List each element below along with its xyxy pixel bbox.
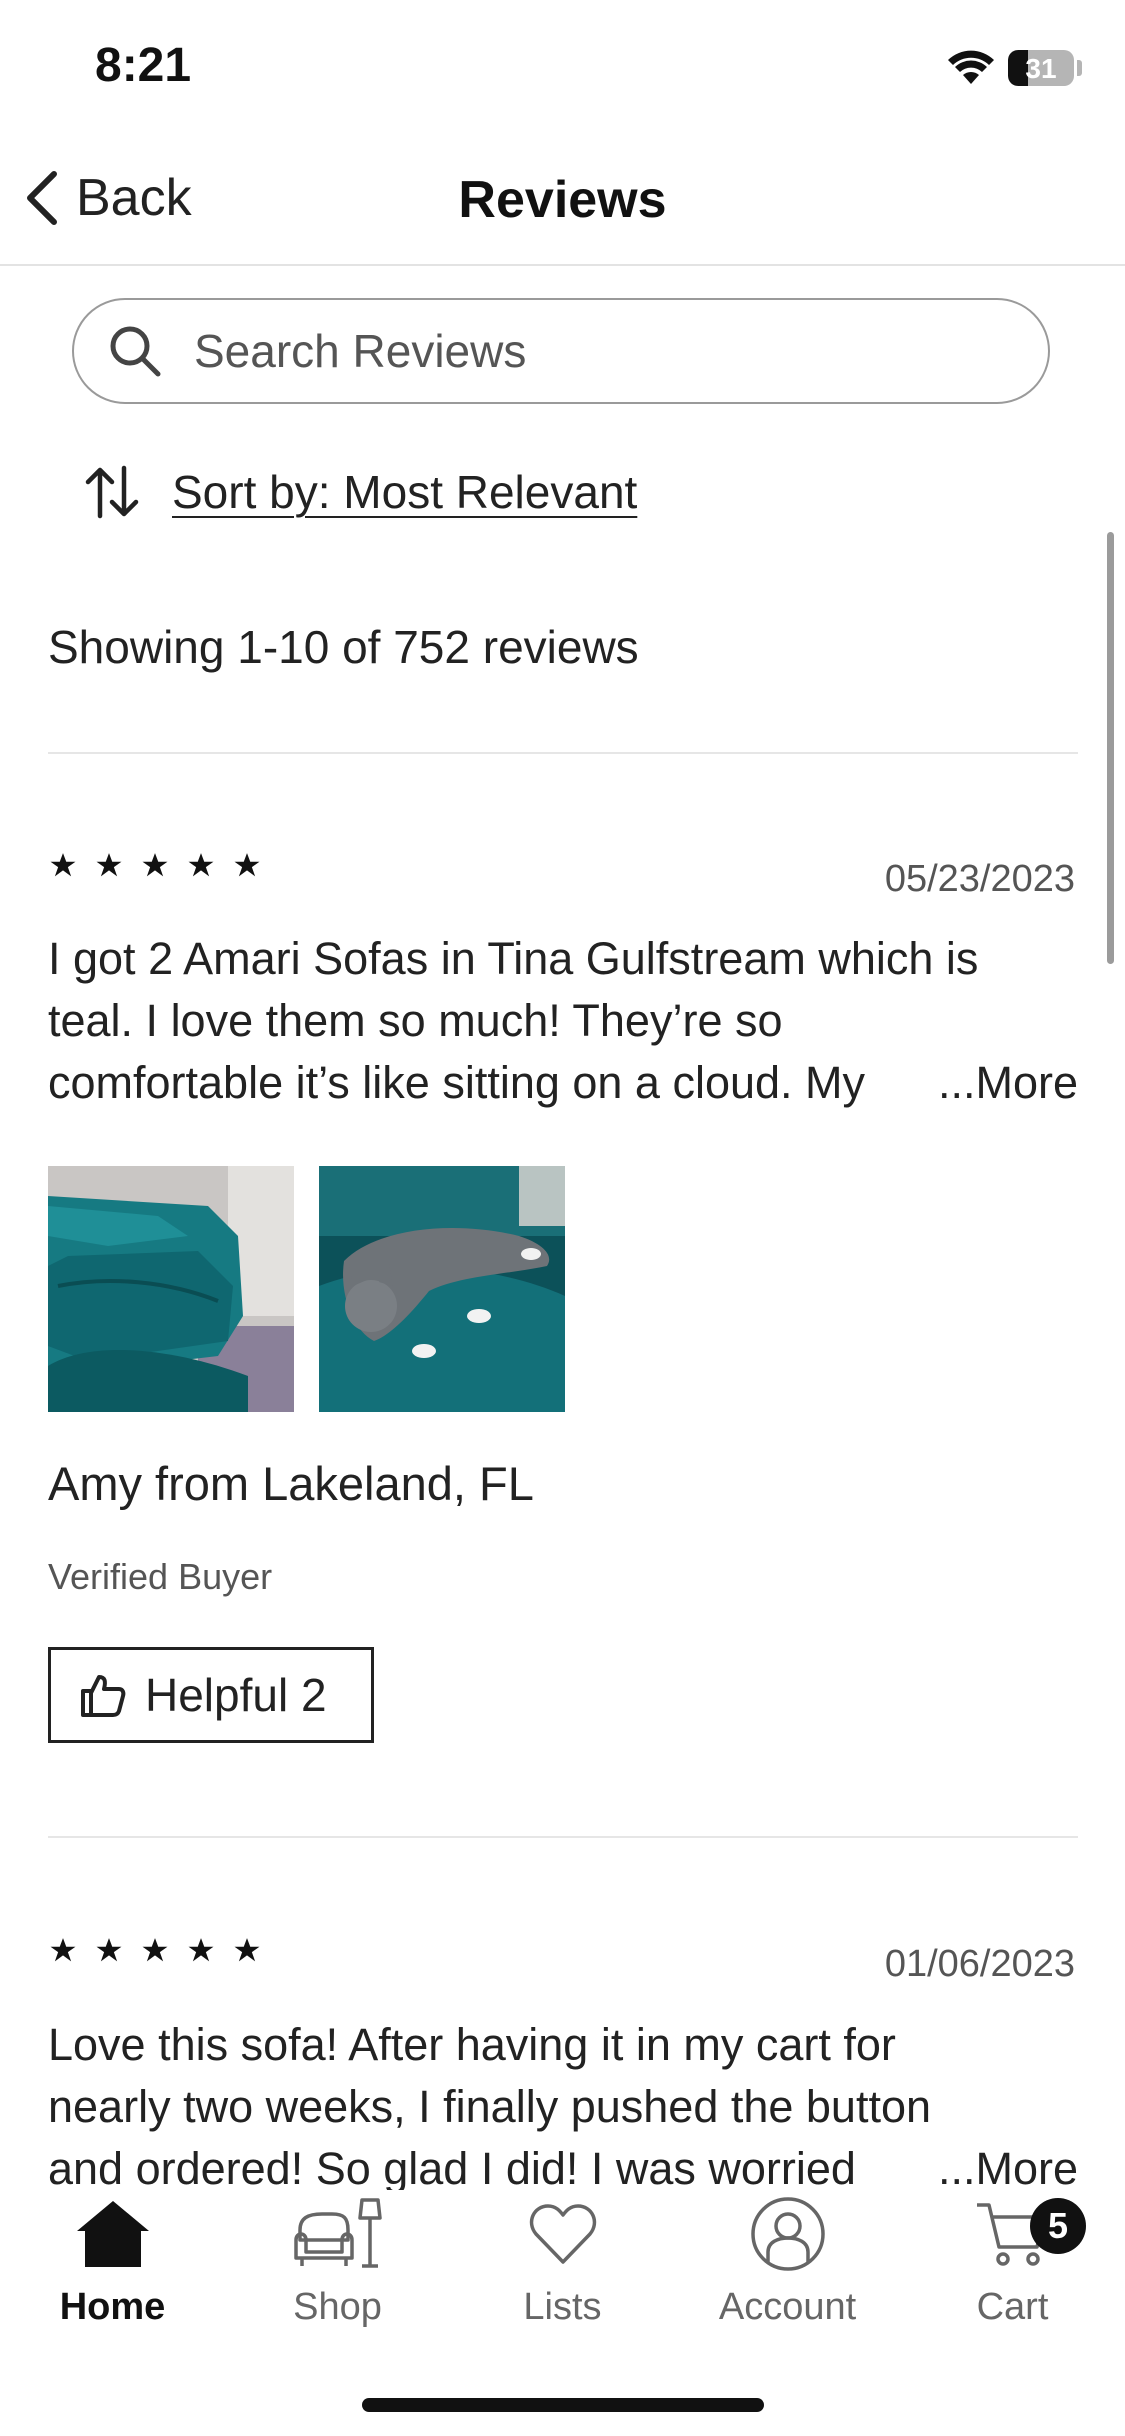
review-photo-sofa[interactable]: [48, 1166, 294, 1412]
review-text-line: I got 2 Amari Sofas in Tina Gulfstream w…: [48, 933, 979, 984]
tab-account[interactable]: Account: [675, 2196, 900, 2329]
tab-label: Account: [718, 2286, 857, 2328]
search-bar[interactable]: [72, 298, 1050, 404]
review-author: Amy from Lakeland, FL: [48, 1457, 534, 1510]
star-rating: [50, 852, 260, 878]
star-icon: [96, 1938, 122, 1962]
verified-buyer-label: Verified Buyer: [48, 1556, 273, 1597]
tab-lists[interactable]: Lists: [450, 2196, 675, 2329]
home-icon-wrapper: [75, 2196, 151, 2272]
review-date: 01/06/2023: [884, 1943, 1075, 1985]
search-icon: [110, 326, 161, 377]
tab-shop[interactable]: Shop: [225, 2196, 450, 2329]
review-photo-cat[interactable]: [319, 1166, 565, 1412]
cat-on-sofa-photo: [319, 1166, 565, 1412]
review-text-line: comfortable it’s like sitting on a cloud…: [48, 1057, 866, 1108]
wifi-icon: [948, 50, 994, 84]
review-count-summary: Showing 1-10 of 752 reviews: [48, 621, 639, 673]
more-link[interactable]: ...More: [927, 1052, 1078, 1114]
tab-label: Shop: [293, 2286, 382, 2328]
sort-control[interactable]: Sort by: Most Relevant: [82, 462, 637, 522]
heart-icon: [529, 2204, 596, 2264]
tab-cart[interactable]: Cart: [900, 2196, 1125, 2329]
page-title: Reviews: [458, 171, 667, 229]
scrollbar[interactable]: [1107, 532, 1114, 964]
account-icon-wrapper: [750, 2196, 826, 2272]
shop-icon-wrapper: [292, 2196, 384, 2272]
star-icon: [142, 853, 168, 877]
divider: [48, 1836, 1078, 1838]
home-icon: [76, 2201, 149, 2267]
sort-label: Sort by: Most Relevant: [172, 466, 638, 518]
battery-indicator: 31: [1008, 50, 1074, 86]
tab-label: Lists: [523, 2286, 602, 2328]
cart-count-badge: 5: [1030, 2198, 1086, 2254]
battery-tip: [1077, 60, 1082, 76]
tab-home[interactable]: Home: [0, 2196, 225, 2329]
sort-arrows-icon: [85, 465, 139, 519]
status-time: 8:21: [95, 39, 192, 92]
divider: [48, 752, 1078, 754]
teal-sofa-photo: [48, 1166, 294, 1412]
tab-label: Cart: [976, 2286, 1049, 2328]
review-text-line: nearly two weeks, I finally pushed the b…: [48, 2081, 932, 2132]
review-text-line: and ordered! So glad I did! I was worrie…: [48, 2143, 856, 2194]
tab-label: Home: [59, 2286, 166, 2328]
thumbs-up-icon: [81, 1675, 126, 1717]
star-icon: [234, 853, 260, 877]
star-icon: [142, 1938, 168, 1962]
search-input[interactable]: [192, 323, 1016, 379]
star-icon: [188, 853, 214, 877]
helpful-button[interactable]: Helpful 2: [48, 1647, 374, 1743]
home-indicator[interactable]: [362, 2398, 764, 2412]
star-icon: [188, 1938, 214, 1962]
battery-level: 31: [1025, 53, 1057, 84]
review-text: Love this sofa! After having it in my ca…: [48, 2014, 1078, 2200]
lists-icon-wrapper: [528, 2196, 598, 2272]
sofa-lamp-icon: [293, 2198, 382, 2268]
review-text-line-last: comfortable it’s like sitting on a cloud…: [48, 1052, 1078, 1114]
star-icon: [50, 853, 76, 877]
review-text: I got 2 Amari Sofas in Tina Gulfstream w…: [48, 928, 1078, 1114]
review-text-line: Love this sofa! After having it in my ca…: [48, 2019, 896, 2070]
helpful-label: Helpful 2: [145, 1669, 327, 1721]
star-icon: [96, 853, 122, 877]
review-date: 05/23/2023: [884, 858, 1075, 900]
star-icon: [50, 1938, 76, 1962]
star-rating: [50, 1937, 260, 1963]
account-icon: [750, 2197, 825, 2271]
review-text-line: teal. I love them so much! They’re so: [48, 995, 783, 1046]
star-icon: [234, 1938, 260, 1962]
